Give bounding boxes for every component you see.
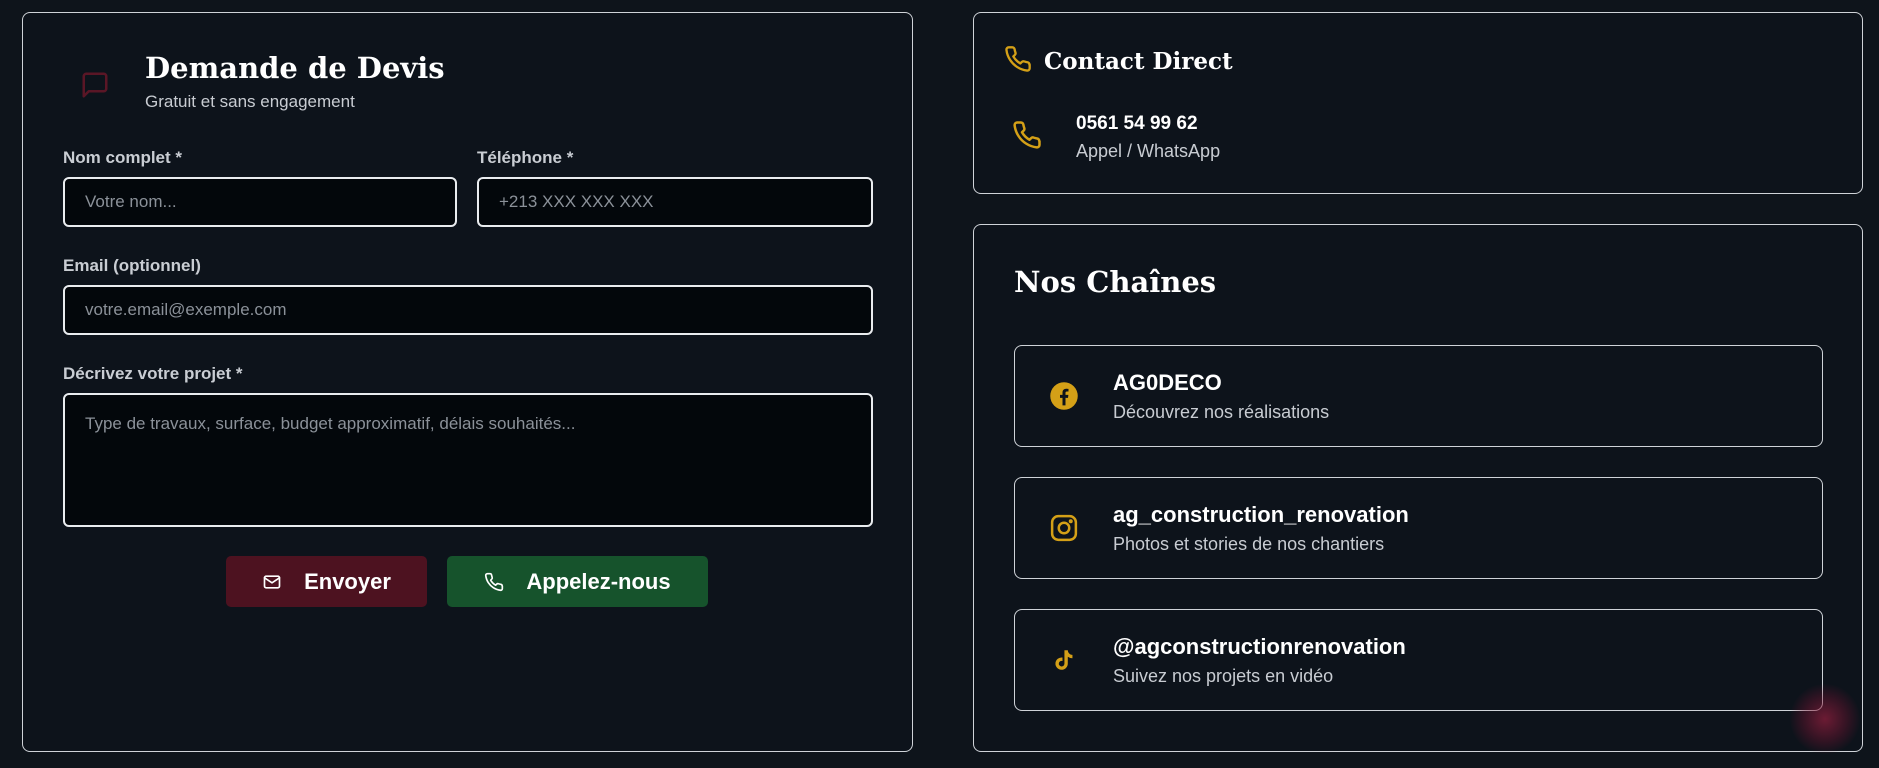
contact-title: Contact Direct — [1044, 48, 1233, 75]
tiktok-icon — [1049, 645, 1079, 675]
project-textarea[interactable] — [63, 393, 873, 527]
channel-description: Suivez nos projets en vidéo — [1113, 665, 1334, 686]
phone-contact-row[interactable]: 0561 54 99 62 Appel / WhatsApp — [1012, 113, 1220, 162]
phone-input[interactable] — [477, 177, 873, 227]
floating-action-glow[interactable] — [1790, 684, 1860, 754]
quote-form-card: Demande de Devis Gratuit et sans engagem… — [22, 12, 913, 752]
email-input[interactable] — [63, 285, 873, 335]
channel-description: Découvrez nos réalisations — [1113, 401, 1330, 422]
contact-card: Contact Direct 0561 54 99 62 Appel / Wha… — [973, 12, 1863, 194]
channel-instagram[interactable]: ag_construction_renovation Photos et sto… — [1014, 477, 1823, 579]
phone-icon — [1004, 45, 1032, 78]
form-header: Demande de Devis Gratuit et sans engagem… — [63, 51, 445, 117]
send-button-label: Envoyer — [304, 568, 391, 594]
facebook-icon — [1049, 381, 1079, 411]
contact-header: Contact Direct — [1004, 45, 1233, 78]
channel-description: Photos et stories de nos chantiers — [1113, 533, 1385, 554]
phone-label: Téléphone * — [477, 148, 574, 167]
channel-name: @agconstructionrenovation — [1113, 633, 1406, 659]
call-button[interactable]: Appelez-nous — [447, 556, 708, 607]
send-button[interactable]: Envoyer — [226, 556, 427, 607]
phone-number[interactable]: 0561 54 99 62 — [1076, 113, 1220, 135]
channel-name: ag_construction_renovation — [1113, 501, 1409, 527]
name-input[interactable] — [63, 177, 457, 227]
phone-icon — [484, 572, 504, 592]
email-label: Email (optionnel) — [63, 256, 201, 275]
channels-card: Nos Chaînes AG0DECO Découvrez nos réalis… — [973, 224, 1863, 752]
phone-subtitle: Appel / WhatsApp — [1076, 141, 1221, 161]
form-subtitle: Gratuit et sans engagement — [145, 91, 355, 111]
call-button-label: Appelez-nous — [526, 568, 671, 594]
form-title: Demande de Devis — [145, 51, 445, 85]
phone-icon — [1012, 120, 1042, 155]
channel-name: AG0DECO — [1113, 369, 1222, 395]
channel-tiktok[interactable]: @agconstructionrenovation Suivez nos pro… — [1014, 609, 1823, 711]
message-icon — [63, 53, 127, 117]
instagram-icon — [1049, 513, 1079, 543]
mail-icon — [262, 572, 282, 592]
project-label: Décrivez votre projet * — [63, 364, 243, 383]
channel-facebook[interactable]: AG0DECO Découvrez nos réalisations — [1014, 345, 1823, 447]
channels-title: Nos Chaînes — [1014, 265, 1217, 299]
name-label: Nom complet * — [63, 148, 183, 167]
